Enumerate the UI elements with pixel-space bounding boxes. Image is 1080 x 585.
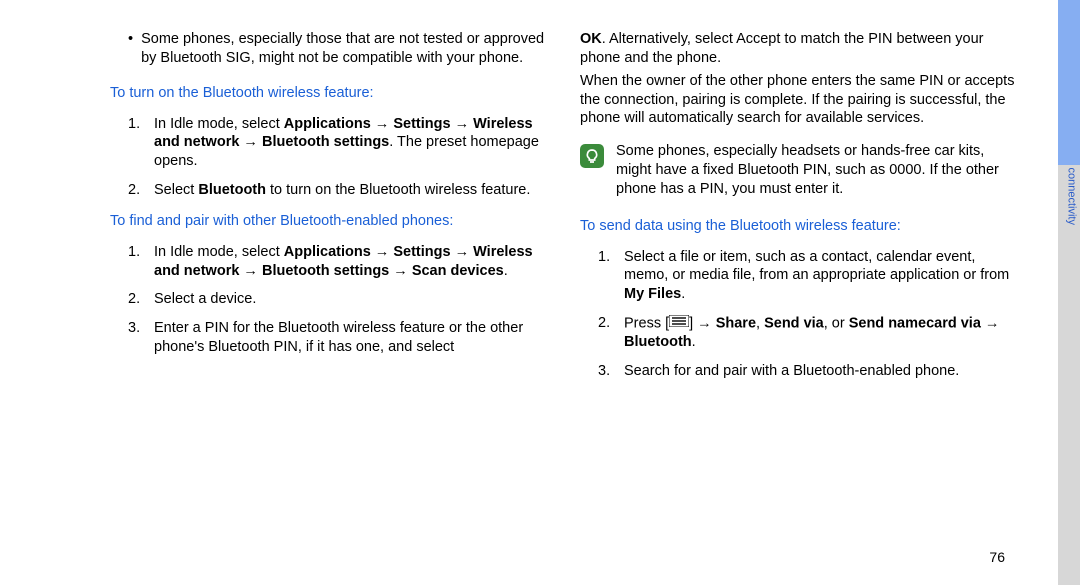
- steps-list: In Idle mode, select Applications → Sett…: [110, 115, 550, 200]
- right-column: OK. Alternatively, select Accept to matc…: [580, 30, 1020, 555]
- tab-accent-inactive: [1058, 165, 1080, 585]
- section-heading: To find and pair with other Bluetooth-en…: [110, 212, 550, 231]
- side-tab-label: connectivity: [1065, 168, 1077, 225]
- page-number: 76: [989, 549, 1005, 565]
- steps-list: In Idle mode, select Applications → Sett…: [110, 243, 550, 357]
- continuation-text: When the owner of the other phone enters…: [580, 72, 1020, 129]
- continuation-text: OK. Alternatively, select Accept to matc…: [580, 30, 1020, 68]
- step-text: Press [] → Share, Send via, or Send name…: [624, 314, 1020, 352]
- bullet-text: Some phones, especially those that are n…: [141, 30, 550, 68]
- step-item: In Idle mode, select Applications → Sett…: [110, 115, 550, 172]
- step-item: Select a file or item, such as a contact…: [580, 248, 1020, 305]
- note-block: Some phones, especially headsets or hand…: [580, 142, 1020, 199]
- bullet-item: • Some phones, especially those that are…: [110, 30, 550, 68]
- step-text: In Idle mode, select Applications → Sett…: [154, 115, 550, 172]
- menu-icon: [669, 314, 689, 333]
- left-column: • Some phones, especially those that are…: [110, 30, 550, 555]
- section-heading: To turn on the Bluetooth wireless featur…: [110, 84, 550, 103]
- tab-accent-active: [1058, 0, 1080, 165]
- info-icon: [580, 144, 604, 168]
- step-item: Enter a PIN for the Bluetooth wireless f…: [110, 319, 550, 357]
- step-text: Search for and pair with a Bluetooth-ena…: [624, 362, 959, 381]
- step-text: Select a device.: [154, 290, 256, 309]
- step-item: Press [] → Share, Send via, or Send name…: [580, 314, 1020, 352]
- steps-list: Select a file or item, such as a contact…: [580, 248, 1020, 381]
- bullet-dot: •: [128, 30, 133, 68]
- section-heading: To send data using the Bluetooth wireles…: [580, 217, 1020, 236]
- document-page: • Some phones, especially those that are…: [0, 0, 1080, 585]
- step-text: In Idle mode, select Applications → Sett…: [154, 243, 550, 281]
- step-item: Select a device.: [110, 290, 550, 309]
- step-text: Select Bluetooth to turn on the Bluetoot…: [154, 181, 530, 200]
- note-text: Some phones, especially headsets or hand…: [616, 142, 1020, 199]
- step-text: Select a file or item, such as a contact…: [624, 248, 1020, 305]
- step-item: Select Bluetooth to turn on the Bluetoot…: [110, 181, 550, 200]
- step-item: In Idle mode, select Applications → Sett…: [110, 243, 550, 281]
- step-text: Enter a PIN for the Bluetooth wireless f…: [154, 319, 550, 357]
- side-tab: [1058, 0, 1080, 585]
- step-item: Search for and pair with a Bluetooth-ena…: [580, 362, 1020, 381]
